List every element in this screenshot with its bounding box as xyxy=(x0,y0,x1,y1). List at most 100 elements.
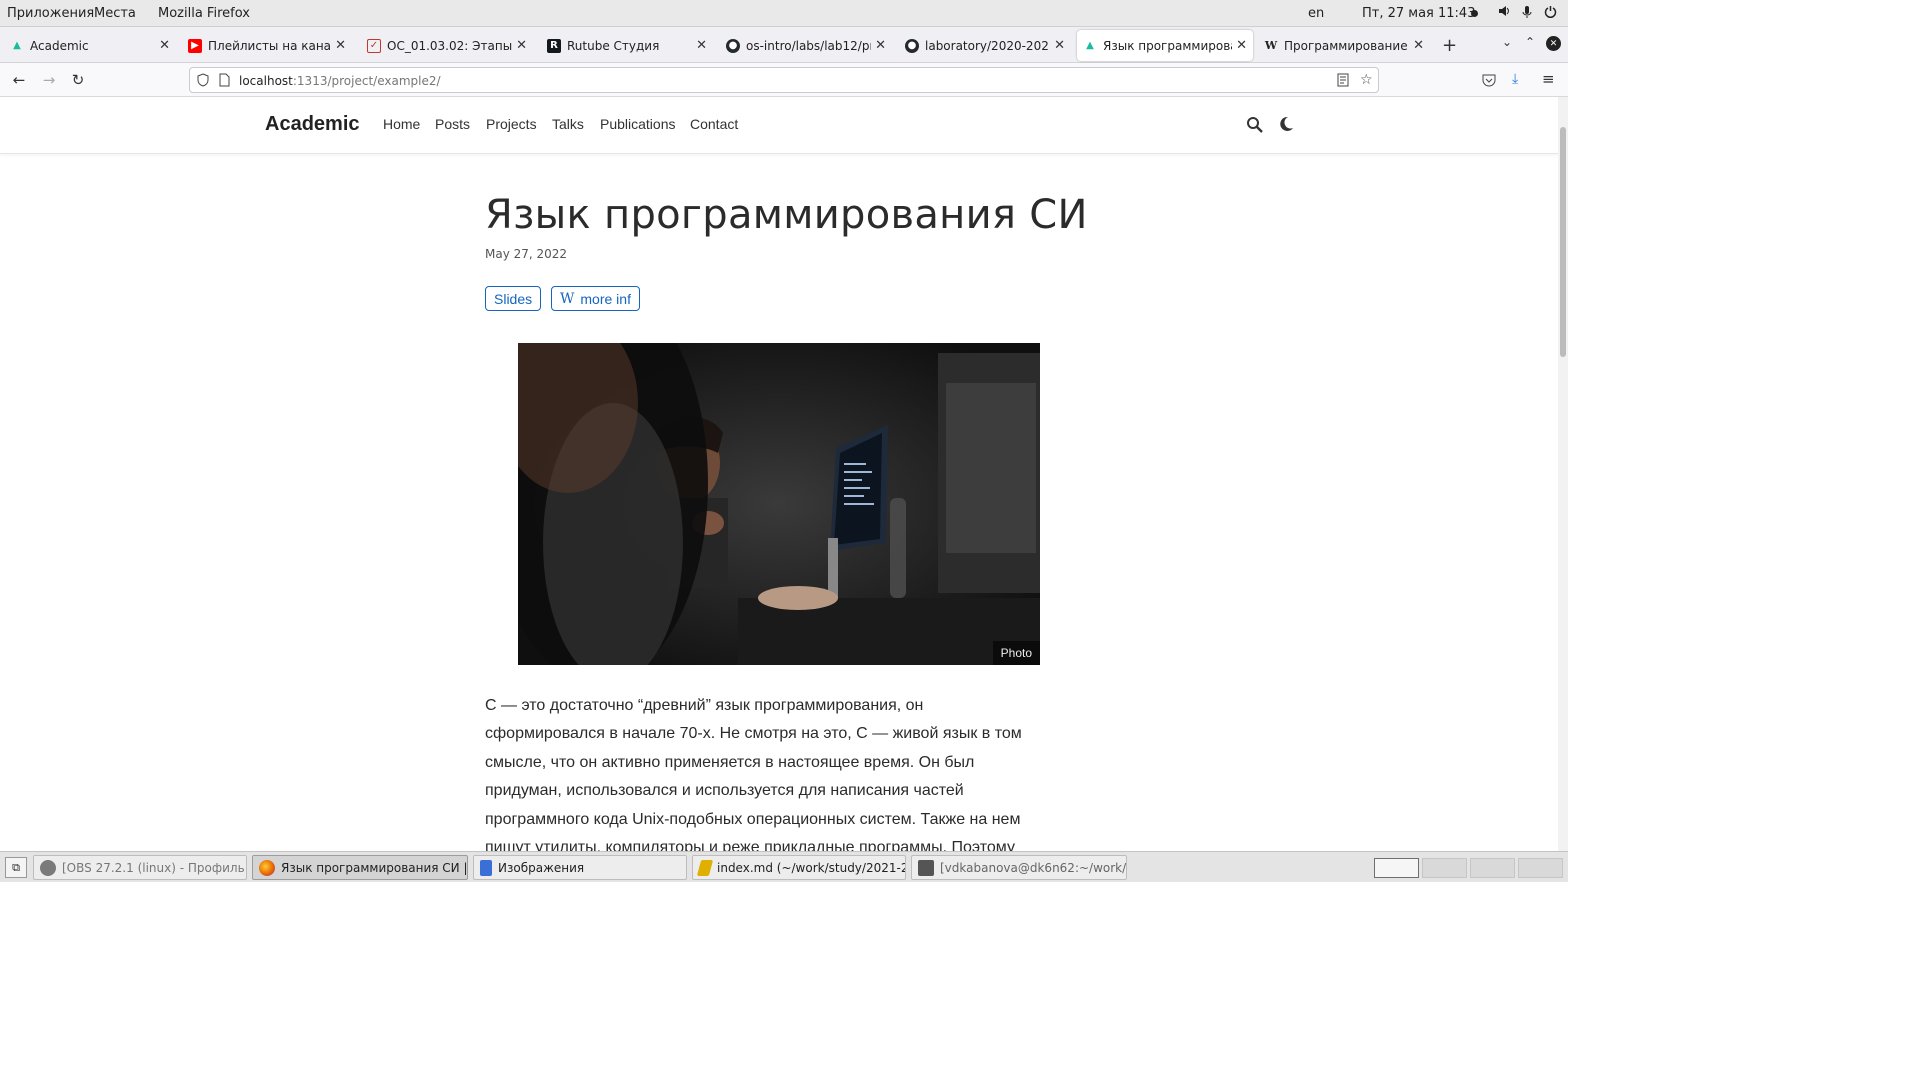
paragraph-line: сформировался в начале 70-х. Не смотря н… xyxy=(485,725,1022,743)
downloads-icon[interactable]: ⤓ xyxy=(1512,71,1518,87)
task-terminal[interactable]: [vdkabanova@dk6n62:~/work/stu... xyxy=(911,855,1127,880)
browser-tab-bar: ▲ Academic ✕ ▶ Плейлисты на канале - You… xyxy=(0,27,1568,63)
window-close-icon[interactable]: ✕ xyxy=(1546,36,1561,51)
article-paragraph: С — это достаточно “древний” язык програ… xyxy=(485,692,1085,851)
tab-title: laboratory/2020-2021/OS xyxy=(925,38,1050,53)
task-images[interactable]: Изображения xyxy=(473,855,687,880)
volume-icon[interactable] xyxy=(1498,4,1510,22)
tab-title: ОС_01.03.02: Этапы реализации xyxy=(387,38,513,53)
close-icon[interactable]: ✕ xyxy=(335,38,346,53)
minimize-icon[interactable]: ⌃ xyxy=(1525,35,1535,49)
page-scrollbar[interactable] xyxy=(1558,97,1568,851)
list-all-tabs-icon[interactable]: ⌄ xyxy=(1502,35,1512,49)
course-icon: ✓ xyxy=(367,38,381,53)
reload-icon[interactable]: ↻ xyxy=(67,69,89,91)
close-icon[interactable]: ✕ xyxy=(159,38,170,53)
tab-github-os-intro[interactable]: ● os-intro/labs/lab12/presentation ✕ xyxy=(720,30,892,61)
academic-logo-icon: ▲ xyxy=(13,40,21,51)
workspace-4[interactable] xyxy=(1518,858,1563,878)
academic-logo-icon: ▲ xyxy=(1086,40,1094,51)
nav-home[interactable]: Home xyxy=(383,116,420,132)
task-label: index.md (~/work/study/2021-202... xyxy=(717,860,905,875)
nav-publications[interactable]: Publications xyxy=(600,116,676,132)
paragraph-line: смысле, что он активно применяется в нас… xyxy=(485,753,975,771)
page-info-icon[interactable] xyxy=(219,73,230,90)
wikipedia-icon: W xyxy=(560,290,575,307)
show-desktop-icon[interactable]: ⧉ xyxy=(5,857,27,878)
image-viewer-icon xyxy=(480,859,492,876)
shield-icon[interactable] xyxy=(197,73,209,90)
search-icon[interactable] xyxy=(1246,116,1263,137)
back-icon[interactable]: ← xyxy=(8,69,30,91)
scrollbar-thumb[interactable] xyxy=(1560,127,1566,357)
close-icon[interactable]: ✕ xyxy=(1236,38,1247,53)
tab-title: Плейлисты на канале - YouTube xyxy=(208,38,332,53)
tab-academic[interactable]: ▲ Academic ✕ xyxy=(4,30,176,61)
tab-title: Academic xyxy=(30,38,89,53)
github-icon: ● xyxy=(905,38,919,53)
close-icon[interactable]: ✕ xyxy=(1413,38,1424,53)
workspace-3[interactable] xyxy=(1470,858,1515,878)
site-brand[interactable]: Academic xyxy=(265,113,360,136)
task-label: [vdkabanova@dk6n62:~/work/stu... xyxy=(940,860,1127,875)
url-path: :1313/project/example2/ xyxy=(292,74,441,88)
tab-wikipedia[interactable]: W Программирование — Википедия ✕ xyxy=(1258,30,1430,61)
tab-rutube[interactable]: R Rutube Студия ✕ xyxy=(541,30,713,61)
reader-view-icon[interactable] xyxy=(1337,73,1349,90)
task-firefox[interactable]: Язык программирования СИ | A... xyxy=(252,855,468,880)
applications-menu[interactable]: Приложения xyxy=(7,6,94,21)
paragraph-line: придуман, использовался и используется д… xyxy=(485,782,964,800)
site-header: Academic Home Posts Projects Talks Publi… xyxy=(0,97,1558,154)
paragraph-line: программного кода Unix-подобных операцио… xyxy=(485,810,1021,828)
youtube-icon: ▶ xyxy=(188,38,202,53)
tab-title: Rutube Студия xyxy=(567,38,660,53)
tab-github-laboratory[interactable]: ● laboratory/2020-2021/OS ✕ xyxy=(899,30,1071,61)
tab-youtube[interactable]: ▶ Плейлисты на канале - YouTube ✕ xyxy=(182,30,352,61)
nav-posts[interactable]: Posts xyxy=(435,116,470,132)
close-icon[interactable]: ✕ xyxy=(516,38,527,53)
workspace-1[interactable] xyxy=(1374,858,1419,878)
featured-image: Photo xyxy=(518,343,1040,665)
browser-nav-bar: ← → ↻ localhost:1313/project/example2/ ☆… xyxy=(0,63,1568,97)
forward-icon[interactable]: → xyxy=(38,69,60,91)
task-obs[interactable]: [OBS 27.2.1 (linux) - Профиль: Бе... xyxy=(33,855,247,880)
keyboard-layout-indicator[interactable]: en xyxy=(1308,6,1324,21)
github-icon: ● xyxy=(726,38,740,53)
tab-si-language[interactable]: ▲ Язык программирования СИ ✕ xyxy=(1077,30,1253,61)
tab-title: Программирование — Википедия xyxy=(1284,38,1409,53)
app-menu-icon[interactable]: ≡ xyxy=(1542,70,1555,88)
places-menu[interactable]: Места xyxy=(94,6,136,21)
microphone-icon[interactable] xyxy=(1522,5,1532,23)
slides-button-label: Slides xyxy=(494,290,533,307)
power-icon[interactable] xyxy=(1544,5,1557,22)
clock[interactable]: Пт, 27 мая 11:43 xyxy=(1362,6,1475,21)
tab-course[interactable]: ✓ ОС_01.03.02: Этапы реализации ✕ xyxy=(361,30,533,61)
paragraph-line: С — это достаточно “древний” язык програ… xyxy=(485,697,924,714)
url-bar[interactable]: localhost:1313/project/example2/ ☆ xyxy=(189,67,1379,93)
page-title: Язык программирования СИ xyxy=(485,192,1088,238)
close-icon[interactable]: ✕ xyxy=(696,38,707,53)
bookmark-star-icon[interactable]: ☆ xyxy=(1360,72,1373,88)
workspace-2[interactable] xyxy=(1422,858,1467,878)
image-caption: Photo xyxy=(992,641,1040,665)
wikipedia-icon: W xyxy=(1264,39,1278,52)
nav-projects[interactable]: Projects xyxy=(486,116,537,132)
active-app-label[interactable]: Mozilla Firefox xyxy=(158,6,250,21)
close-icon[interactable]: ✕ xyxy=(875,38,886,53)
more-info-button[interactable]: Wmore inf xyxy=(551,286,640,311)
new-tab-button[interactable]: + xyxy=(1442,35,1457,56)
dark-mode-toggle-icon[interactable] xyxy=(1278,116,1294,136)
pocket-icon[interactable] xyxy=(1482,72,1496,91)
featured-image-illustration xyxy=(518,343,1040,665)
url-text: localhost:1313/project/example2/ xyxy=(239,74,441,88)
task-label: Изображения xyxy=(498,860,585,875)
slides-button[interactable]: Slides xyxy=(485,286,542,311)
task-text-editor[interactable]: index.md (~/work/study/2021-202... xyxy=(692,855,906,880)
paragraph-line: пишут утилиты, компиляторы и реже прикла… xyxy=(485,839,1015,851)
nav-talks[interactable]: Talks xyxy=(552,116,584,132)
close-icon[interactable]: ✕ xyxy=(1054,38,1065,53)
nav-contact[interactable]: Contact xyxy=(690,116,738,132)
record-indicator-icon xyxy=(1471,10,1478,17)
obs-icon xyxy=(40,859,56,876)
text-editor-icon xyxy=(696,859,714,876)
